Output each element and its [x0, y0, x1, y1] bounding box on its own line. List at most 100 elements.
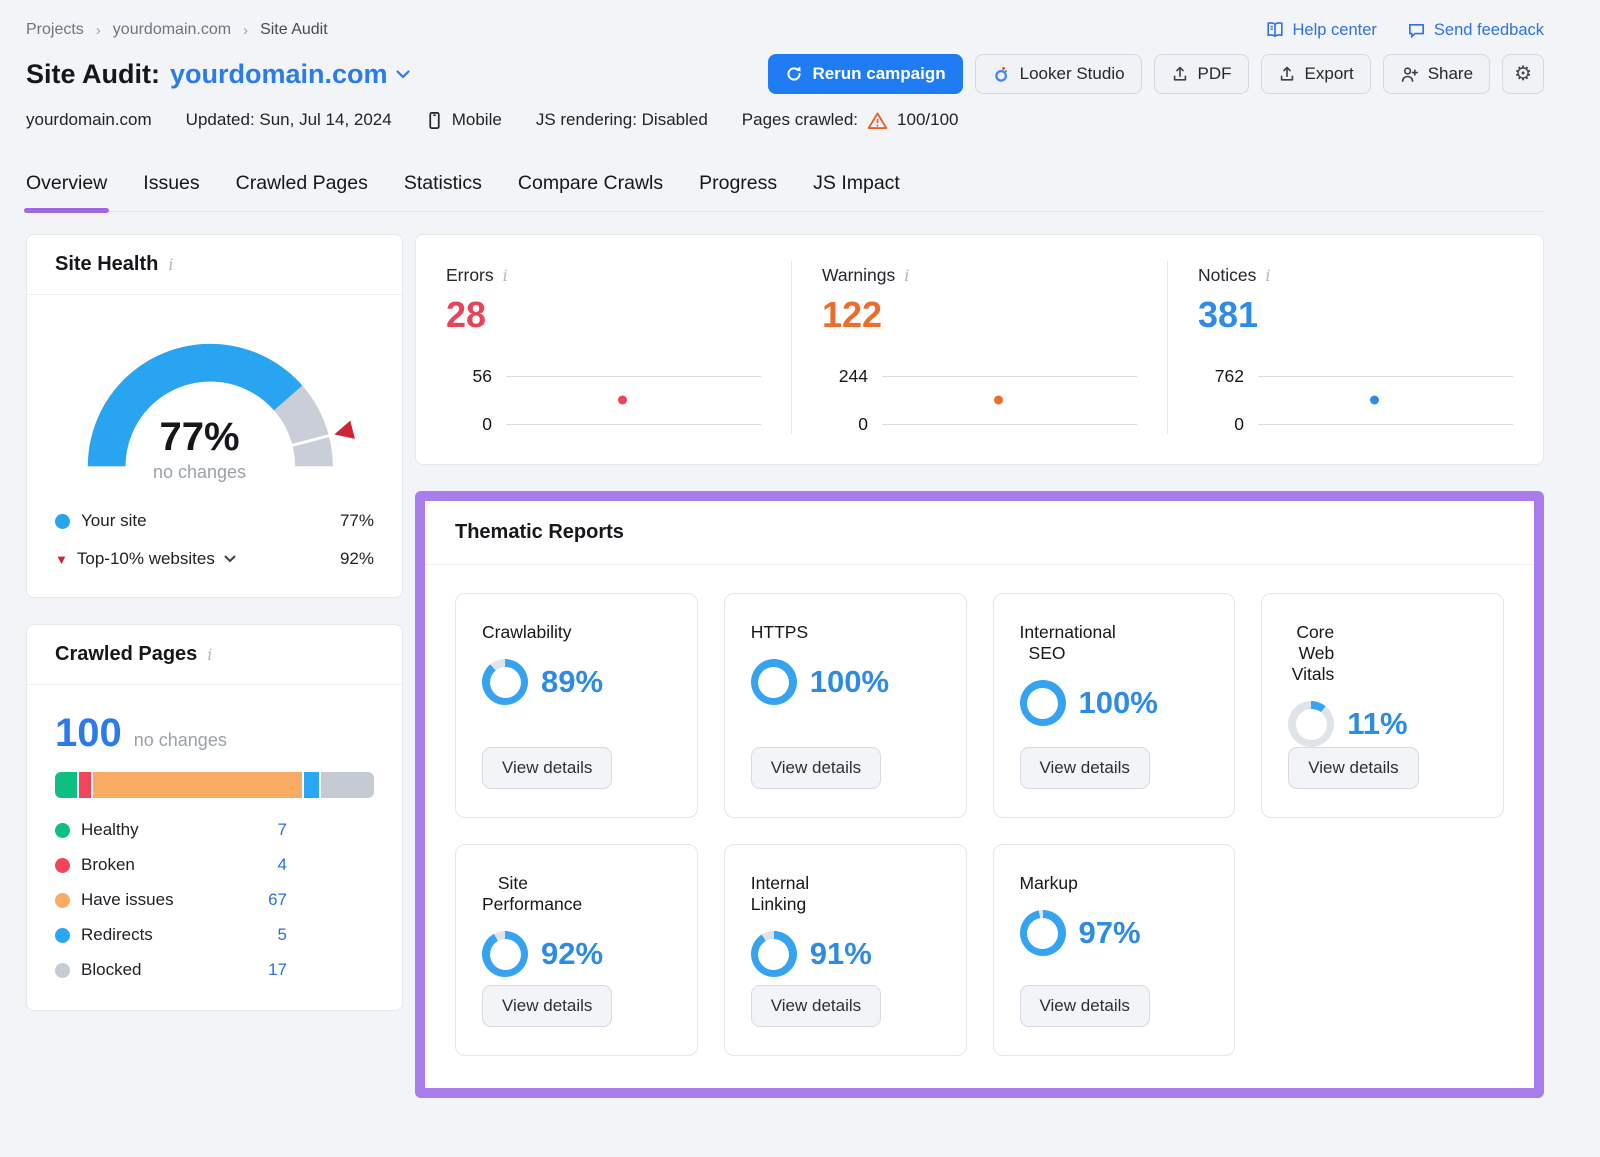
meta-domain: yourdomain.com	[26, 110, 152, 130]
core-web-vitals-donut-icon	[1288, 701, 1334, 747]
info-icon[interactable]: i	[503, 266, 508, 285]
tab-crawled-pages[interactable]: Crawled Pages	[236, 172, 368, 211]
https-score: 100%	[751, 659, 889, 705]
breadcrumb-projects[interactable]: Projects	[26, 21, 84, 39]
stat-warnings: Warnings i 122 244 0	[791, 261, 1167, 434]
axis-min-label: 0	[1198, 414, 1244, 435]
bar-segment-healthy	[55, 772, 77, 798]
blocked-label: Blocked	[81, 960, 141, 980]
international-seo-label: International SEO	[1020, 622, 1066, 664]
title-row: Site Audit: yourdomain.com Rerun c	[26, 54, 1544, 94]
international-seo-score: 100%	[1020, 680, 1158, 726]
info-icon[interactable]: i	[168, 255, 173, 274]
crawlability-view-details-button[interactable]: View details	[482, 747, 612, 789]
benchmark-marker-icon	[334, 421, 355, 439]
crawled-pages-card: Crawled Pages i 100 no changes	[26, 624, 403, 1011]
info-icon[interactable]: i	[207, 645, 212, 664]
rerun-campaign-label: Rerun campaign	[812, 64, 945, 84]
site-performance-view-details-button[interactable]: View details	[482, 985, 612, 1027]
site-health-legend: Your site 77% ▼ Top-10% websites	[55, 511, 374, 569]
notices-data-point	[1370, 396, 1379, 405]
info-icon[interactable]: i	[904, 266, 909, 285]
healthy-count-link[interactable]: 7	[278, 820, 287, 840]
trend-line	[1258, 424, 1513, 425]
breadcrumb-site-audit: Site Audit	[260, 21, 328, 39]
thematic-reports-title: Thematic Reports	[425, 501, 1534, 565]
help-center-icon	[1265, 20, 1285, 40]
blocked-dot-icon	[55, 963, 70, 978]
info-icon[interactable]: i	[1265, 266, 1270, 285]
bar-segment-have-issues	[93, 772, 301, 798]
warnings-value[interactable]: 122	[822, 294, 1137, 336]
domain-selector[interactable]: yourdomain.com	[170, 59, 410, 90]
tab-issues[interactable]: Issues	[143, 172, 199, 211]
axis-max-label: 244	[822, 366, 868, 387]
share-button[interactable]: Share	[1383, 54, 1490, 94]
redirects-count-link[interactable]: 5	[278, 925, 287, 945]
markup-view-details-button[interactable]: View details	[1020, 985, 1150, 1027]
tab-js-impact[interactable]: JS Impact	[813, 172, 900, 211]
international-seo-donut-icon	[1020, 680, 1066, 726]
site-health-title: Site Health	[55, 253, 158, 276]
breadcrumb-domain[interactable]: yourdomain.com	[113, 21, 231, 39]
warnings-data-point	[994, 396, 1003, 405]
meta-pages-crawled-value: 100/100	[897, 110, 958, 130]
site-health-note: no changes	[69, 462, 331, 483]
send-feedback-link[interactable]: Send feedback	[1407, 20, 1544, 40]
international-seo-view-details-button[interactable]: View details	[1020, 747, 1150, 789]
tab-overview[interactable]: Overview	[26, 172, 107, 211]
meta-pages-crawled-label: Pages crawled:	[742, 110, 858, 130]
pdf-button[interactable]: PDF	[1154, 54, 1249, 94]
axis-min-label: 0	[446, 414, 492, 435]
core-web-vitals-view-details-button[interactable]: View details	[1288, 747, 1418, 789]
trend-line	[1258, 376, 1513, 377]
gauge-center: 77% no changes	[69, 415, 331, 483]
looker-studio-label: Looker Studio	[1020, 64, 1125, 84]
thematic-reports-panel: Thematic Reports Crawlability 89% View d…	[415, 491, 1544, 1098]
thematic-card-core-web-vitals: Core Web Vitals 11% View details	[1261, 593, 1504, 818]
share-person-icon	[1400, 65, 1419, 84]
quick-links: Help center Send feedback	[1265, 20, 1544, 40]
looker-studio-icon	[992, 65, 1011, 84]
domain-selector-label: yourdomain.com	[170, 59, 388, 90]
have-issues-count-link[interactable]: 67	[268, 890, 287, 910]
broken-dot-icon	[55, 858, 70, 873]
notices-trend-chart: 762 0	[1198, 366, 1513, 434]
settings-gear-button[interactable]: ⚙	[1502, 54, 1544, 94]
meta-row: yourdomain.com Updated: Sun, Jul 14, 202…	[26, 110, 1544, 130]
legend-row-broken: Broken 4	[55, 855, 287, 875]
toolbar: Rerun campaign Looker Studio	[768, 54, 1544, 94]
crawled-total-note: no changes	[134, 730, 227, 751]
internal-linking-score: 91%	[751, 931, 872, 977]
looker-studio-button[interactable]: Looker Studio	[975, 54, 1142, 94]
internal-linking-view-details-button[interactable]: View details	[751, 985, 881, 1027]
crawled-total-row: 100 no changes	[55, 711, 374, 756]
rerun-campaign-button[interactable]: Rerun campaign	[768, 54, 962, 94]
stat-errors: Errors i 28 56 0	[416, 261, 791, 434]
broken-count-link[interactable]: 4	[278, 855, 287, 875]
meta-device-label: Mobile	[452, 110, 502, 130]
crawled-pages-legend: Healthy 7 Broken 4 Have issues 67	[55, 820, 287, 980]
site-audit-page: Projects › yourdomain.com › Site Audit H…	[0, 0, 1600, 1122]
blocked-count-link[interactable]: 17	[268, 960, 287, 980]
tab-statistics[interactable]: Statistics	[404, 172, 482, 211]
site-performance-label: Site Performance	[482, 873, 528, 915]
markup-donut-icon	[1020, 910, 1066, 956]
notices-value[interactable]: 381	[1198, 294, 1513, 336]
tab-progress[interactable]: Progress	[699, 172, 777, 211]
errors-value[interactable]: 28	[446, 294, 761, 336]
trend-line	[506, 376, 761, 377]
https-view-details-button[interactable]: View details	[751, 747, 881, 789]
internal-linking-percent: 91%	[810, 936, 872, 972]
help-center-link[interactable]: Help center	[1265, 20, 1377, 40]
tab-compare-crawls[interactable]: Compare Crawls	[518, 172, 663, 211]
topbar: Projects › yourdomain.com › Site Audit H…	[26, 20, 1544, 40]
your-site-dot-icon	[55, 514, 70, 529]
trend-line	[506, 424, 761, 425]
site-health-body: 77% no changes Your site 77% ▼	[27, 295, 402, 597]
export-button[interactable]: Export	[1261, 54, 1371, 94]
top10-websites-toggle[interactable]: Top-10% websites	[77, 549, 236, 569]
export-label: Export	[1305, 64, 1354, 84]
warnings-trend-chart: 244 0	[822, 366, 1137, 434]
https-percent: 100%	[810, 664, 889, 700]
